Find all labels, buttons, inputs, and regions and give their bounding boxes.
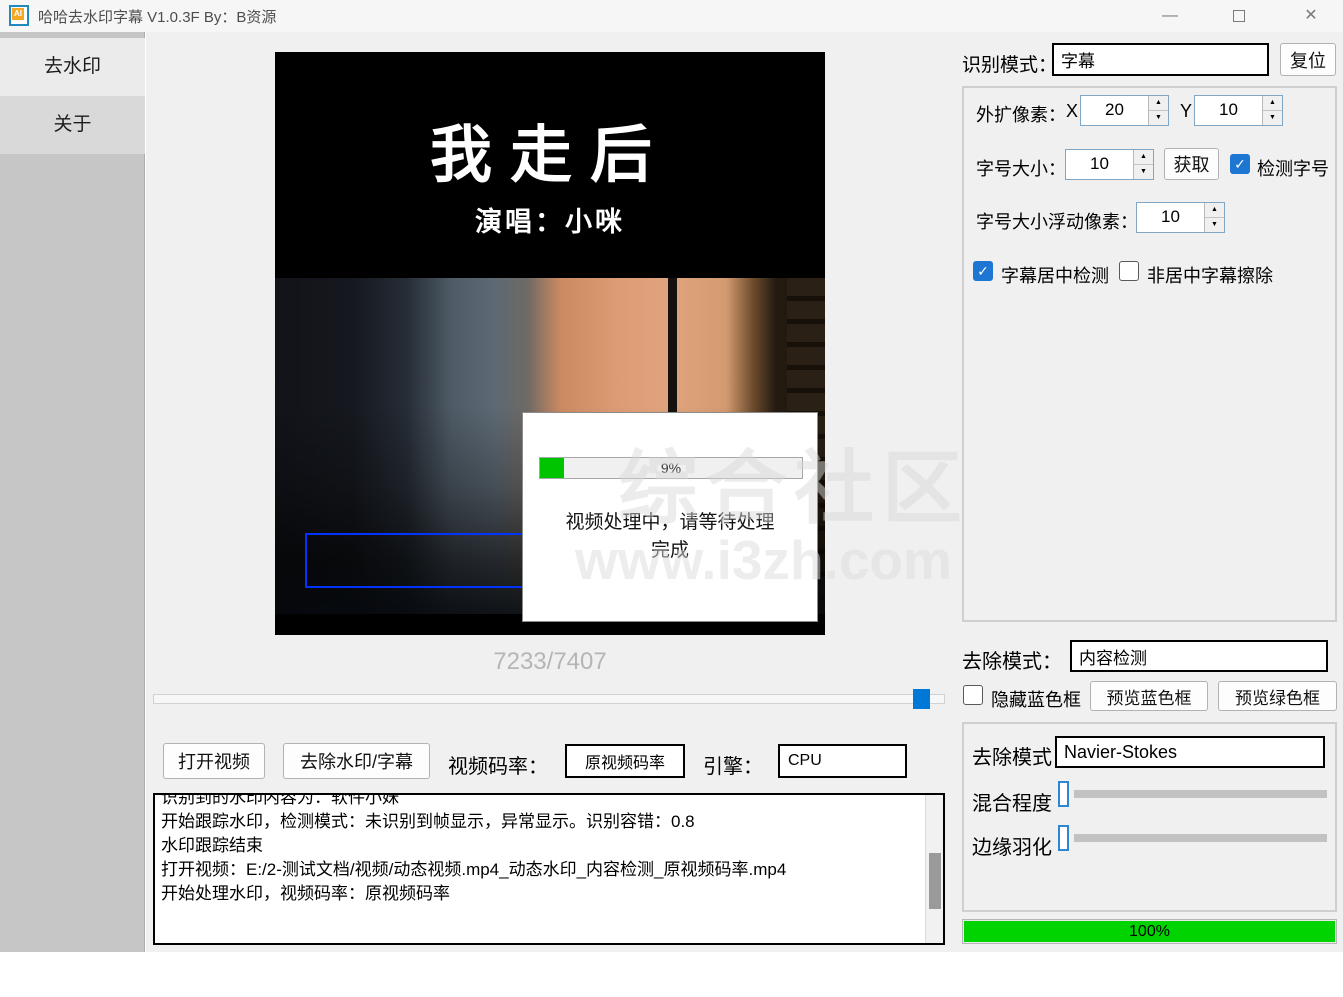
- log-line: 开始处理水印，视频码率：原视频码率: [161, 882, 911, 906]
- float-pixels-spinner[interactable]: 10 ▲ ▼: [1136, 202, 1225, 233]
- sidebar-item-about[interactable]: 关于: [0, 96, 145, 154]
- remove-mode-select[interactable]: 内容检测: [1070, 640, 1328, 672]
- hide-blue-box-label: 隐藏蓝色框: [991, 686, 1081, 712]
- x-spinner[interactable]: 20 ▲ ▼: [1080, 95, 1169, 126]
- seek-slider-handle[interactable]: [913, 689, 930, 709]
- log-textarea[interactable]: 识别到的水印内容为：软件小妹 开始跟踪水印，检测模式：未识别到帧显示，异常显示。…: [153, 793, 945, 945]
- app-icon-ai-badge: AI: [12, 8, 24, 20]
- overall-progress-text: 100%: [963, 920, 1336, 943]
- float-pixels-label: 字号大小浮动像素：: [976, 208, 1138, 234]
- y-spin-down-icon[interactable]: ▼: [1263, 111, 1282, 125]
- x-spin-down-icon[interactable]: ▼: [1149, 111, 1168, 125]
- recognition-mode-label: 识别模式：: [962, 50, 1057, 77]
- title-bar: AI 哈哈去水印字幕 V1.0.3F By：B资源 — ✕: [0, 0, 1343, 32]
- get-button[interactable]: 获取: [1164, 148, 1219, 180]
- blend-slider-handle[interactable]: [1058, 781, 1069, 807]
- remove-mode-label: 去除模式：: [962, 645, 1062, 674]
- engine-select[interactable]: CPU: [778, 744, 907, 778]
- x-spin-up-icon[interactable]: ▲: [1149, 96, 1168, 111]
- video-singer-subtitle: 演唱：小咪: [275, 200, 825, 239]
- hide-blue-box-checkbox[interactable]: [963, 685, 983, 705]
- detect-font-label: 检测字号: [1257, 155, 1329, 181]
- close-button[interactable]: ✕: [1296, 4, 1326, 28]
- remove-watermark-button[interactable]: 去除水印/字幕: [283, 743, 430, 779]
- y-value: 10: [1195, 96, 1262, 125]
- algorithm-label: 去除模式: [972, 741, 1052, 770]
- subtitle-settings-group: 外扩像素： X 20 ▲ ▼ Y 10 ▲ ▼ 字号大小： 10 ▲ ▼ 获取: [962, 86, 1337, 622]
- y-label: Y: [1180, 101, 1192, 122]
- float-spin-down-icon[interactable]: ▼: [1205, 218, 1224, 232]
- x-label: X: [1066, 101, 1078, 122]
- window-title: 哈哈去水印字幕 V1.0.3F By：B资源: [38, 6, 276, 27]
- x-value: 20: [1081, 96, 1148, 125]
- blend-slider-groove[interactable]: [1074, 790, 1327, 798]
- frame-counter: 7233/7407: [275, 648, 825, 676]
- seek-slider[interactable]: [153, 694, 945, 704]
- preview-green-box-button[interactable]: 预览绿色框: [1218, 681, 1337, 711]
- expand-pixels-label: 外扩像素：: [976, 101, 1066, 127]
- non-center-erase-checkbox[interactable]: [1119, 261, 1139, 281]
- log-line: 识别到的水印内容为：软件小妹: [161, 793, 911, 810]
- log-scrollbar-thumb[interactable]: [929, 853, 941, 909]
- dialog-message-line2: 完成: [523, 537, 817, 565]
- log-line: 开始跟踪水印，检测模式：未识别到帧显示，异常显示。识别容错：0.8: [161, 810, 911, 834]
- float-pixels-value: 10: [1137, 203, 1204, 232]
- blend-label: 混合程度: [972, 787, 1052, 816]
- processing-dialog: 9% 视频处理中，请等待处理 完成: [522, 412, 818, 622]
- font-size-spin-down-icon[interactable]: ▼: [1134, 165, 1153, 179]
- feather-slider-groove[interactable]: [1074, 834, 1327, 842]
- dialog-message: 视频处理中，请等待处理 完成: [523, 509, 817, 565]
- detect-font-checkbox[interactable]: ✓: [1230, 154, 1250, 174]
- float-spin-up-icon[interactable]: ▲: [1205, 203, 1224, 218]
- preview-blue-box-button[interactable]: 预览蓝色框: [1090, 681, 1208, 711]
- dialog-progress-bar: 9%: [539, 457, 803, 479]
- algorithm-select[interactable]: Navier-Stokes: [1055, 736, 1325, 768]
- app-icon: AI: [9, 5, 29, 26]
- bitrate-label: 视频码率：: [448, 750, 548, 779]
- bitrate-select[interactable]: 原视频码率: [565, 744, 685, 778]
- feather-slider-handle[interactable]: [1058, 825, 1069, 851]
- open-video-button[interactable]: 打开视频: [163, 743, 265, 779]
- log-line: 水印跟踪结束: [161, 834, 911, 858]
- maximize-button[interactable]: [1224, 4, 1254, 28]
- app-window: AI 哈哈去水印字幕 V1.0.3F By：B资源 — ✕ 去水印 关于 我走后…: [0, 0, 1343, 997]
- font-size-spinner[interactable]: 10 ▲ ▼: [1065, 149, 1154, 180]
- center-detect-checkbox[interactable]: ✓: [973, 261, 993, 281]
- minimize-button[interactable]: —: [1155, 4, 1185, 28]
- dialog-message-line1: 视频处理中，请等待处理: [523, 509, 817, 537]
- maximize-icon: [1233, 10, 1245, 22]
- font-size-label: 字号大小：: [976, 155, 1066, 181]
- y-spinner[interactable]: 10 ▲ ▼: [1194, 95, 1283, 126]
- log-scrollbar[interactable]: [925, 795, 943, 943]
- recognition-mode-select[interactable]: 字幕: [1052, 43, 1269, 76]
- engine-label: 引擎：: [703, 750, 763, 779]
- feather-label: 边缘羽化: [972, 831, 1052, 860]
- algorithm-group: 去除模式 Navier-Stokes 混合程度 边缘羽化: [962, 722, 1337, 912]
- dialog-progress-text: 9%: [540, 458, 802, 478]
- font-size-spin-up-icon[interactable]: ▲: [1134, 150, 1153, 165]
- center-detect-label: 字幕居中检测: [1001, 262, 1109, 288]
- log-lines: 识别到的水印内容为：软件小妹 开始跟踪水印，检测模式：未识别到帧显示，异常显示。…: [161, 793, 911, 906]
- video-song-title: 我走后: [275, 104, 825, 194]
- log-line: 打开视频：E:/2-测试文档/视频/动态视频.mp4_动态水印_内容检测_原视频…: [161, 858, 911, 882]
- overall-progress-bar: 100%: [962, 919, 1337, 944]
- reset-button[interactable]: 复位: [1280, 43, 1336, 76]
- y-spin-up-icon[interactable]: ▲: [1263, 96, 1282, 111]
- non-center-erase-label: 非居中字幕擦除: [1147, 262, 1273, 288]
- sidebar: 去水印 关于: [0, 32, 145, 952]
- sidebar-item-remove-watermark[interactable]: 去水印: [0, 38, 145, 96]
- font-size-value: 10: [1066, 150, 1133, 179]
